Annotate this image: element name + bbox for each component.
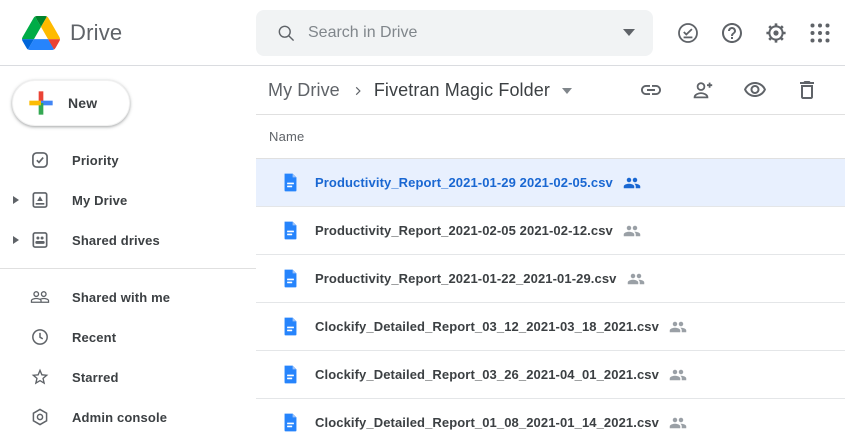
- file-name: Clockify_Detailed_Report_01_08_2021-01_1…: [315, 415, 659, 430]
- file-list: Productivity_Report_2021-01-29 2021-02-0…: [256, 159, 845, 439]
- header-icons: [676, 21, 845, 45]
- breadcrumb-parent[interactable]: My Drive: [268, 80, 340, 101]
- file-name: Productivity_Report_2021-02-05 2021-02-1…: [315, 223, 613, 238]
- drive-logo-icon: [22, 16, 60, 50]
- starred-icon: [30, 367, 50, 387]
- file-name: Productivity_Report_2021-01-22_2021-01-2…: [315, 271, 617, 286]
- shared-people-icon: [623, 174, 641, 192]
- shared-people-icon: [623, 222, 641, 240]
- name-column-header[interactable]: Name: [269, 129, 304, 144]
- breadcrumb: My Drive Fivetran Magic Folder: [256, 66, 845, 115]
- file-name: Clockify_Detailed_Report_03_26_2021-04_0…: [315, 367, 659, 382]
- file-list-header: Name: [256, 115, 845, 159]
- folder-actions: [639, 78, 845, 102]
- csv-file-icon: [282, 316, 299, 337]
- shared-people-icon: [669, 318, 687, 336]
- priority-icon: [30, 150, 50, 170]
- admin-console-icon: [30, 407, 50, 427]
- app-name: Drive: [70, 20, 122, 46]
- new-button-label: New: [68, 95, 97, 111]
- search-bar[interactable]: [256, 10, 653, 56]
- file-row[interactable]: Clockify_Detailed_Report_01_08_2021-01_1…: [256, 399, 845, 439]
- settings-icon[interactable]: [764, 21, 788, 45]
- shared-drives-icon: [30, 230, 50, 250]
- chevron-right-icon: [350, 83, 366, 99]
- sidebar-item-shared-drives[interactable]: Shared drives: [0, 220, 256, 260]
- sidebar-item-recent[interactable]: Recent: [0, 317, 256, 357]
- preview-icon[interactable]: [743, 78, 767, 102]
- add-person-icon[interactable]: [691, 78, 715, 102]
- my-drive-icon: [30, 190, 50, 210]
- csv-file-icon: [282, 172, 299, 193]
- sidebar-item-my-drive[interactable]: My Drive: [0, 180, 256, 220]
- google-apps-icon[interactable]: [808, 21, 832, 45]
- app-header: Drive: [0, 0, 845, 66]
- delete-icon[interactable]: [795, 78, 819, 102]
- file-row[interactable]: Productivity_Report_2021-01-29 2021-02-0…: [256, 159, 845, 207]
- file-row[interactable]: Productivity_Report_2021-02-05 2021-02-1…: [256, 207, 845, 255]
- drive-logo-link[interactable]: Drive: [0, 16, 256, 50]
- csv-file-icon: [282, 364, 299, 385]
- csv-file-icon: [282, 220, 299, 241]
- shared-people-icon: [627, 270, 645, 288]
- file-name: Productivity_Report_2021-01-29 2021-02-0…: [315, 175, 613, 190]
- search-icon[interactable]: [270, 17, 302, 49]
- file-name: Clockify_Detailed_Report_03_12_2021-03_1…: [315, 319, 659, 334]
- breadcrumb-current[interactable]: Fivetran Magic Folder: [374, 80, 550, 101]
- csv-file-icon: [282, 412, 299, 433]
- help-icon[interactable]: [720, 21, 744, 45]
- shared-people-icon: [669, 366, 687, 384]
- recent-icon: [30, 327, 50, 347]
- sidebar-item-priority[interactable]: Priority: [0, 140, 256, 180]
- expand-arrow-icon[interactable]: [8, 236, 24, 244]
- file-row[interactable]: Productivity_Report_2021-01-22_2021-01-2…: [256, 255, 845, 303]
- get-link-icon[interactable]: [639, 78, 663, 102]
- new-button[interactable]: New: [12, 80, 130, 126]
- expand-arrow-icon[interactable]: [8, 196, 24, 204]
- offline-status-icon[interactable]: [676, 21, 700, 45]
- sidebar-item-starred[interactable]: Starred: [0, 357, 256, 397]
- csv-file-icon: [282, 268, 299, 289]
- folder-menu-caret-icon[interactable]: [562, 88, 572, 94]
- content-area: My Drive Fivetran Magic Folder: [256, 66, 845, 439]
- sidebar-item-admin-console[interactable]: Admin console: [0, 397, 256, 437]
- file-row[interactable]: Clockify_Detailed_Report_03_26_2021-04_0…: [256, 351, 845, 399]
- sidebar: New Priority My Drive: [0, 66, 256, 439]
- search-options-caret-icon[interactable]: [623, 29, 635, 36]
- sidebar-item-shared-with-me[interactable]: Shared with me: [0, 277, 256, 317]
- plus-icon: [27, 89, 55, 117]
- file-row[interactable]: Clockify_Detailed_Report_03_12_2021-03_1…: [256, 303, 845, 351]
- sidebar-divider: [0, 268, 256, 269]
- shared-people-icon: [669, 414, 687, 432]
- shared-with-me-icon: [30, 287, 50, 307]
- search-input[interactable]: [308, 24, 623, 42]
